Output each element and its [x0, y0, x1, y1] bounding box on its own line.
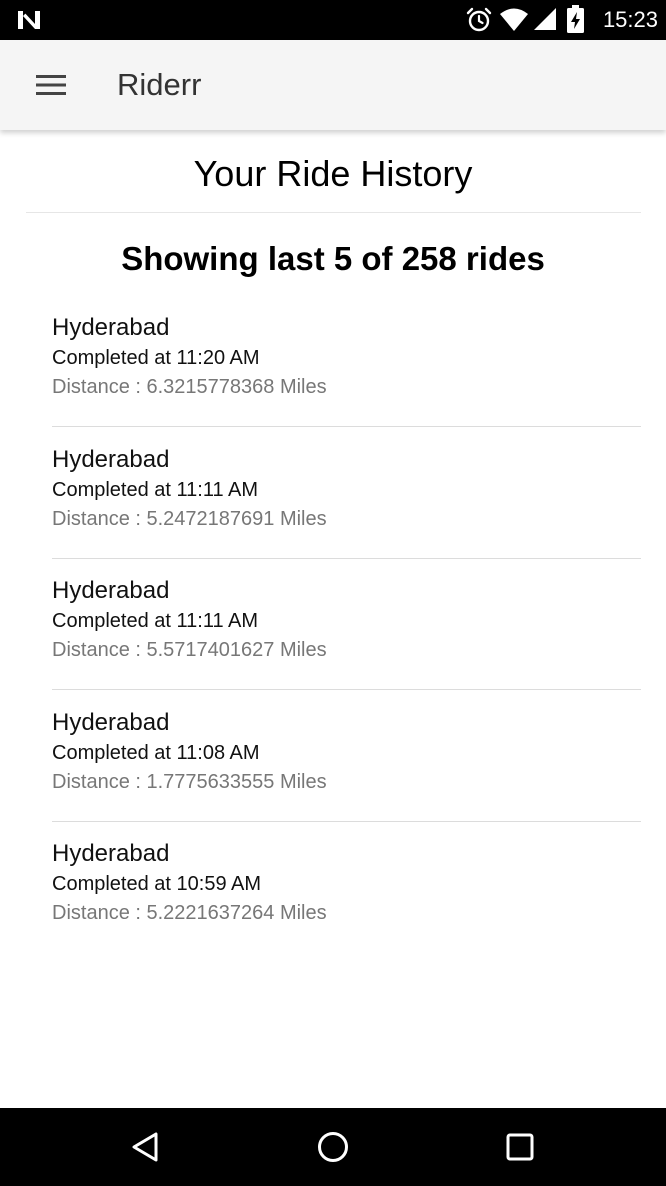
page-title: Your Ride History [193, 153, 473, 194]
list-divider [52, 820, 641, 822]
ride-city: Hyderabad [52, 445, 170, 473]
list-divider [52, 557, 641, 559]
ride-city: Hyderabad [52, 577, 170, 604]
ride-distance: Distance : 5.5717401627 Miles [52, 639, 327, 661]
recents-button[interactable] [490, 1122, 550, 1172]
battery-charging-icon [567, 5, 584, 33]
ride-count-summary: Showing last 5 of 258 rides [121, 240, 545, 277]
ride-list-item[interactable]: Hyderabad Completed at 11:11 AM Distance… [52, 440, 641, 572]
hamburger-menu-icon [36, 75, 66, 95]
wifi-icon [500, 8, 528, 31]
status-bar: 15:23 [0, 0, 666, 40]
status-clock: 15:23 [602, 7, 658, 32]
list-divider [52, 689, 641, 690]
ride-distance: Distance : 5.2221637264 Miles [52, 902, 327, 924]
navigation-bar [0, 1108, 666, 1186]
ride-list-item[interactable]: Hyderabad Completed at 11:08 AM Distance… [52, 703, 641, 835]
ride-distance: Distance : 5.2472187691 Miles [52, 507, 327, 530]
back-icon [132, 1132, 158, 1162]
ride-list-item[interactable]: Hyderabad Completed at 11:11 AM Distance… [52, 571, 641, 703]
home-icon [318, 1132, 348, 1162]
ride-completed-time: Completed at 11:11 AM [52, 610, 259, 632]
menu-button[interactable] [24, 64, 80, 106]
ride-city: Hyderabad [52, 708, 170, 736]
ride-completed-time: Completed at 11:08 AM [52, 741, 260, 764]
app-bar: Riderr [0, 40, 666, 130]
ride-city: Hyderabad [52, 314, 170, 341]
home-button[interactable] [303, 1122, 363, 1172]
ride-distance: Distance : 1.7775633555 Miles [52, 770, 327, 793]
ride-completed-time: Completed at 11:11 AM [52, 478, 259, 501]
ride-history-list: Hyderabad Completed at 11:20 AM Distance… [52, 308, 641, 966]
alarm-icon [466, 7, 492, 32]
ride-completed-time: Completed at 11:20 AM [52, 347, 260, 369]
recents-icon [506, 1133, 534, 1161]
n-logo-icon [18, 11, 40, 29]
ride-completed-time: Completed at 10:59 AM [52, 873, 262, 895]
ride-list-item[interactable]: Hyderabad Completed at 11:20 AM Distance… [52, 308, 641, 440]
screen: 15:23 Riderr Your Ride History Showing l… [0, 0, 666, 1186]
app-title: Riderr [117, 67, 202, 102]
signal-icon [534, 8, 556, 30]
ride-city: Hyderabad [52, 840, 170, 867]
ride-distance: Distance : 6.3215778368 Miles [52, 376, 327, 398]
back-button[interactable] [116, 1122, 176, 1172]
ride-list-item[interactable]: Hyderabad Completed at 10:59 AM Distance… [52, 834, 641, 966]
list-divider [52, 426, 641, 427]
title-divider [26, 212, 641, 213]
